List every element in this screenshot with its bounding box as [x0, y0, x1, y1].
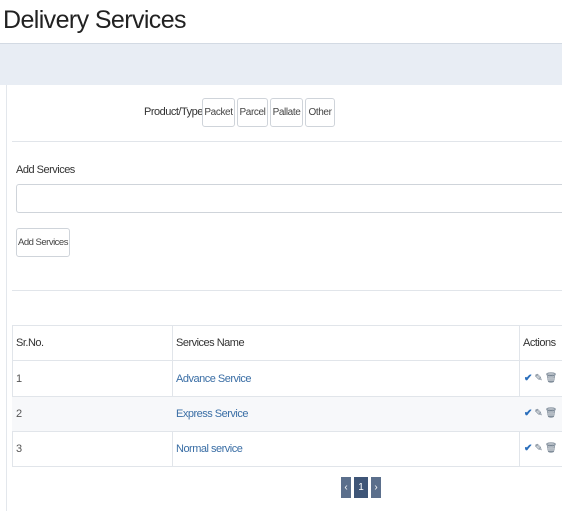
trash-icon[interactable]: 🗑 [545, 409, 558, 419]
edit-icon[interactable]: ✎ [534, 409, 542, 419]
row-sr-number: 1 [16, 373, 22, 385]
trash-icon[interactable]: 🗑 [545, 374, 558, 384]
column-header-sr-no: Sr.No. [16, 337, 44, 349]
column-header-actions: Actions [523, 337, 556, 349]
pagination-next-button[interactable]: › [371, 477, 381, 498]
edit-icon[interactable]: ✎ [534, 374, 542, 384]
section-divider [12, 141, 562, 142]
add-services-input[interactable] [16, 184, 562, 213]
row-sr-number: 2 [16, 408, 22, 420]
add-services-button[interactable]: Add Services [16, 228, 70, 257]
service-name-link[interactable]: Express Service [176, 408, 248, 420]
pagination-prev-button[interactable]: ‹ [341, 477, 351, 498]
edit-icon[interactable]: ✎ [534, 444, 542, 454]
row-actions: ✔ ✎ 🗑 [524, 409, 557, 419]
trash-icon[interactable]: 🗑 [545, 444, 558, 454]
pagination-page-1[interactable]: 1 [354, 477, 368, 498]
product-type-parcel-button[interactable]: Parcel [237, 98, 268, 127]
row-actions: ✔ ✎ 🗑 [524, 374, 557, 384]
service-name-link[interactable]: Advance Service [176, 373, 252, 385]
header-band [0, 44, 562, 85]
table-row [12, 432, 562, 467]
table-bottom-border [12, 466, 562, 467]
check-icon[interactable]: ✔ [524, 374, 532, 384]
table-row [12, 361, 562, 396]
add-services-label: Add Services [16, 164, 75, 176]
service-name-link[interactable]: Normal service [176, 443, 243, 455]
table-row [12, 397, 562, 432]
product-type-other-button[interactable]: Other [305, 98, 335, 127]
row-sr-number: 3 [16, 443, 22, 455]
section-divider [12, 290, 562, 291]
row-actions: ✔ ✎ 🗑 [524, 444, 557, 454]
column-header-service-name: Services Name [176, 337, 245, 349]
pagination: ‹ 1 › [341, 477, 381, 498]
check-icon[interactable]: ✔ [524, 444, 532, 454]
page-title: Delivery Services [3, 6, 187, 34]
product-type-label: Product/Type [144, 106, 203, 118]
table-top-border [12, 325, 562, 326]
check-icon[interactable]: ✔ [524, 409, 532, 419]
product-type-packet-button[interactable]: Packet [202, 98, 235, 127]
product-type-pallate-button[interactable]: Pallate [270, 98, 303, 127]
